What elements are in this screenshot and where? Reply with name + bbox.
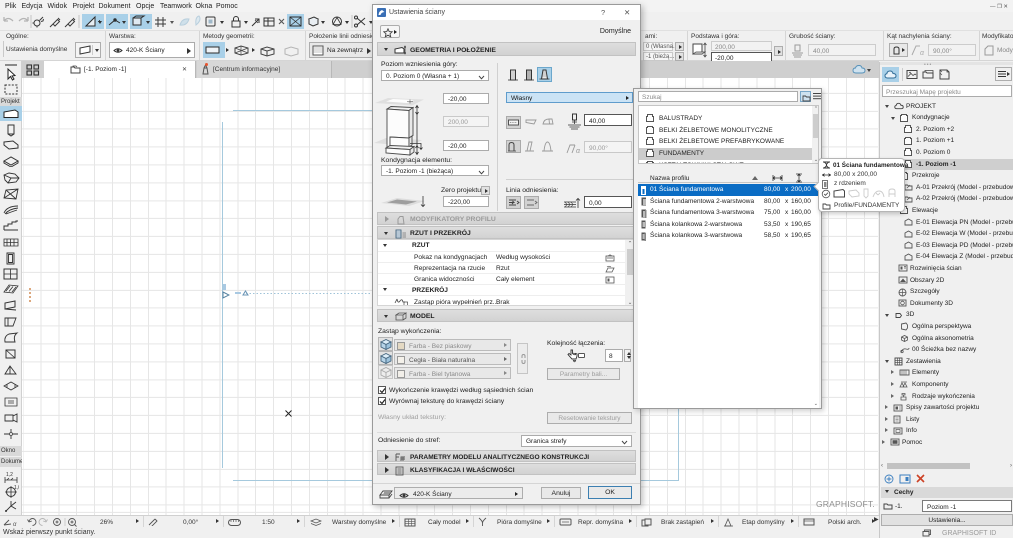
svg-text:α: α xyxy=(920,50,925,56)
svg-text:1,2: 1,2 xyxy=(6,472,13,478)
svg-text:α: α xyxy=(576,148,581,155)
svg-text:1,0: 1,0 xyxy=(14,485,19,491)
